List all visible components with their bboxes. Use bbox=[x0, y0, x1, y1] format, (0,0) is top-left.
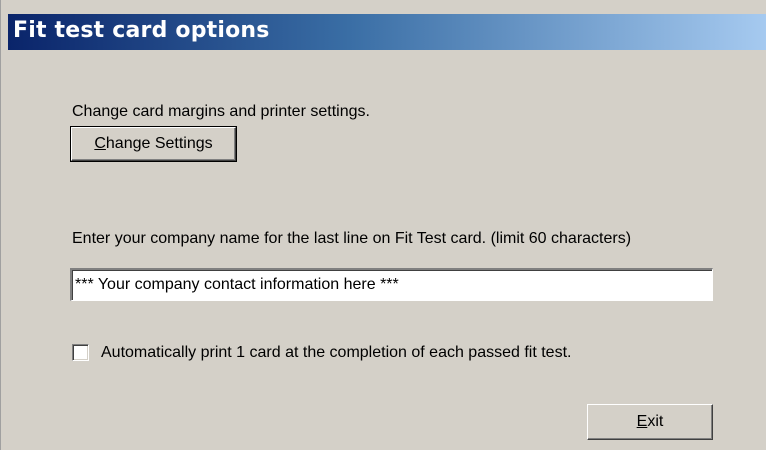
settings-description: Change card margins and printer settings… bbox=[72, 103, 370, 120]
company-name-input[interactable] bbox=[70, 268, 713, 301]
change-settings-label: hange Settings bbox=[105, 135, 213, 152]
dialog-window: Fit test card options Change card margin… bbox=[0, 0, 766, 450]
change-settings-mnemonic: C bbox=[94, 135, 106, 152]
exit-label: xit bbox=[647, 413, 664, 430]
exit-button[interactable]: Exit bbox=[587, 404, 713, 440]
exit-mnemonic: E bbox=[636, 413, 648, 430]
change-settings-button[interactable]: Change Settings bbox=[70, 126, 237, 162]
auto-print-checkbox[interactable] bbox=[72, 344, 89, 361]
window-title: Fit test card options bbox=[13, 18, 270, 43]
title-bar[interactable]: Fit test card options bbox=[8, 14, 766, 50]
auto-print-label[interactable]: Automatically print 1 card at the comple… bbox=[101, 344, 571, 362]
company-name-description: Enter your company name for the last lin… bbox=[72, 230, 632, 247]
